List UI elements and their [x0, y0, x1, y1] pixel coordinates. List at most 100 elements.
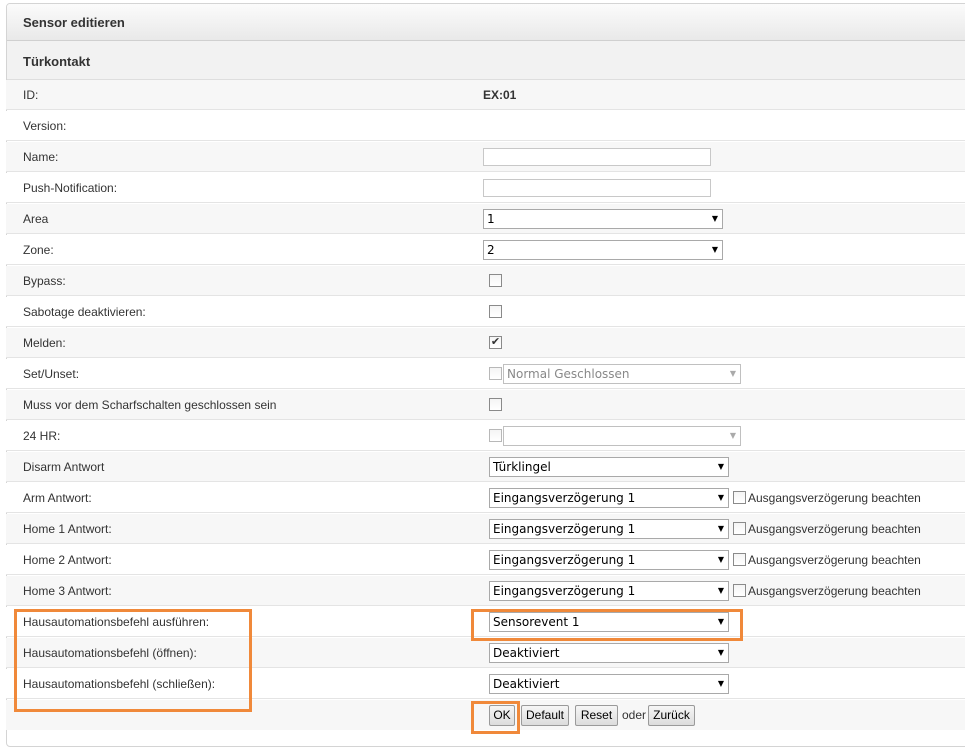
home2-exit-delay-checkbox[interactable] [733, 553, 746, 566]
home2-label: Home 2 Antwort: [23, 553, 112, 567]
row-haus-ausfuehren: Hausautomationsbefehl ausführen: Sensore… [6, 607, 965, 637]
disarm-select[interactable]: Türklingel ▼ [489, 457, 729, 477]
zone-label: Zone: [23, 243, 54, 257]
row-id: ID: EX:01 [6, 80, 965, 110]
muss-label: Muss vor dem Scharfschalten geschlossen … [23, 398, 277, 412]
push-label: Push-Notification: [23, 181, 118, 195]
hr24-checkbox[interactable] [489, 429, 502, 442]
setunset-select[interactable]: Normal Geschlossen ▼ [503, 364, 741, 384]
home1-select-value: Eingangsverzögerung 1 [493, 522, 636, 536]
row-haus-oeffnen: Hausautomationsbefehl (öffnen): Deaktivi… [6, 638, 965, 668]
default-button[interactable]: Default [521, 705, 569, 726]
home2-select-value: Eingangsverzögerung 1 [493, 553, 636, 567]
chevron-down-icon: ▼ [717, 524, 724, 533]
row-sabotage: Sabotage deaktivieren: [6, 297, 965, 327]
area-label: Area [23, 212, 49, 226]
row-melden: Melden: ✔ [6, 328, 965, 358]
row-area: Area 1 ▼ [6, 204, 965, 234]
arm-exit-delay-checkbox[interactable] [733, 491, 746, 504]
home1-exit-delay-label: Ausgangsverzögerung beachten [748, 522, 921, 536]
id-value: EX:01 [483, 88, 517, 102]
home1-exit-delay-checkbox[interactable] [733, 522, 746, 535]
bypass-checkbox[interactable] [489, 274, 502, 287]
row-bypass: Bypass: [6, 266, 965, 296]
or-text: oder [622, 708, 647, 722]
arm-select-value: Eingangsverzögerung 1 [493, 491, 636, 505]
row-home3: Home 3 Antwort: Eingangsverzögerung 1 ▼ … [6, 576, 965, 606]
arm-select[interactable]: Eingangsverzögerung 1 ▼ [489, 488, 729, 508]
push-notification-input[interactable] [483, 179, 711, 197]
home3-select[interactable]: Eingangsverzögerung 1 ▼ [489, 581, 729, 601]
chevron-down-icon: ▼ [717, 555, 724, 564]
sabotage-label: Sabotage deaktivieren: [23, 305, 146, 319]
sabotage-checkbox[interactable] [489, 305, 502, 318]
panel-header: Sensor editieren [7, 4, 965, 41]
zone-select[interactable]: 2 ▼ [483, 240, 723, 260]
home1-label: Home 1 Antwort: [23, 522, 112, 536]
haus-schliessen-select-value: Deaktiviert [493, 677, 560, 691]
melden-checkbox[interactable]: ✔ [489, 336, 502, 349]
row-push: Push-Notification: [6, 173, 965, 203]
chevron-down-icon: ▼ [717, 679, 724, 688]
home2-exit-delay-label: Ausgangsverzögerung beachten [748, 553, 921, 567]
row-home1: Home 1 Antwort: Eingangsverzögerung 1 ▼ … [6, 514, 965, 544]
chevron-down-icon: ▼ [717, 586, 724, 595]
disarm-select-value: Türklingel [493, 460, 551, 474]
row-haus-schliessen: Hausautomationsbefehl (schließen): Deakt… [6, 669, 965, 699]
id-label: ID: [23, 88, 39, 102]
setunset-checkbox[interactable] [489, 367, 502, 380]
hr24-label: 24 HR: [23, 429, 61, 443]
setunset-select-value: Normal Geschlossen [507, 367, 630, 381]
row-24hr: 24 HR: ▼ [6, 421, 965, 451]
chevron-down-icon: ▼ [711, 214, 718, 223]
chevron-down-icon: ▼ [717, 617, 724, 626]
area-select[interactable]: 1 ▼ [483, 209, 723, 229]
check-icon: ✔ [490, 336, 501, 348]
name-label: Name: [23, 150, 59, 164]
page-title: Sensor editieren [23, 15, 125, 30]
home3-select-value: Eingangsverzögerung 1 [493, 584, 636, 598]
haus-schliessen-select[interactable]: Deaktiviert ▼ [489, 674, 729, 694]
arm-exit-delay-label: Ausgangsverzögerung beachten [748, 491, 921, 505]
setunset-label: Set/Unset: [23, 367, 80, 381]
row-setunset: Set/Unset: Normal Geschlossen ▼ [6, 359, 965, 389]
row-actions: OK Default Reset oder Zurück [6, 700, 965, 730]
name-input[interactable] [483, 148, 711, 166]
version-label: Version: [23, 119, 67, 133]
haus-oeffnen-select[interactable]: Deaktiviert ▼ [489, 643, 729, 663]
chevron-down-icon: ▼ [729, 431, 736, 440]
melden-label: Melden: [23, 336, 66, 350]
reset-button[interactable]: Reset [575, 705, 618, 726]
hr24-select[interactable]: ▼ [503, 426, 741, 446]
chevron-down-icon: ▼ [729, 369, 736, 378]
row-version: Version: [6, 111, 965, 141]
area-select-value: 1 [487, 212, 495, 226]
haus-ausfuehren-select[interactable]: Sensorevent 1 ▼ [489, 612, 729, 632]
home1-select[interactable]: Eingangsverzögerung 1 ▼ [489, 519, 729, 539]
row-zone: Zone: 2 ▼ [6, 235, 965, 265]
home3-exit-delay-label: Ausgangsverzögerung beachten [748, 584, 921, 598]
haus-ausfuehren-label: Hausautomationsbefehl ausführen: [23, 615, 210, 629]
chevron-down-icon: ▼ [717, 462, 724, 471]
haus-schliessen-label: Hausautomationsbefehl (schließen): [23, 677, 216, 691]
home2-select[interactable]: Eingangsverzögerung 1 ▼ [489, 550, 729, 570]
section-header: Türkontakt [7, 41, 965, 80]
zone-select-value: 2 [487, 243, 495, 257]
ok-button[interactable]: OK [489, 705, 515, 726]
muss-checkbox[interactable] [489, 398, 502, 411]
row-muss: Muss vor dem Scharfschalten geschlossen … [6, 390, 965, 420]
row-arm: Arm Antwort: Eingangsverzögerung 1 ▼ Aus… [6, 483, 965, 513]
row-name: Name: [6, 142, 965, 172]
chevron-down-icon: ▼ [711, 245, 718, 254]
section-title: Türkontakt [23, 54, 91, 69]
row-home2: Home 2 Antwort: Eingangsverzögerung 1 ▼ … [6, 545, 965, 575]
chevron-down-icon: ▼ [717, 648, 724, 657]
home3-label: Home 3 Antwort: [23, 584, 112, 598]
bypass-label: Bypass: [23, 274, 66, 288]
home3-exit-delay-checkbox[interactable] [733, 584, 746, 597]
haus-oeffnen-select-value: Deaktiviert [493, 646, 560, 660]
row-disarm: Disarm Antwort Türklingel ▼ [6, 452, 965, 482]
arm-label: Arm Antwort: [23, 491, 92, 505]
haus-ausfuehren-select-value: Sensorevent 1 [493, 615, 580, 629]
back-button[interactable]: Zurück [648, 705, 695, 726]
